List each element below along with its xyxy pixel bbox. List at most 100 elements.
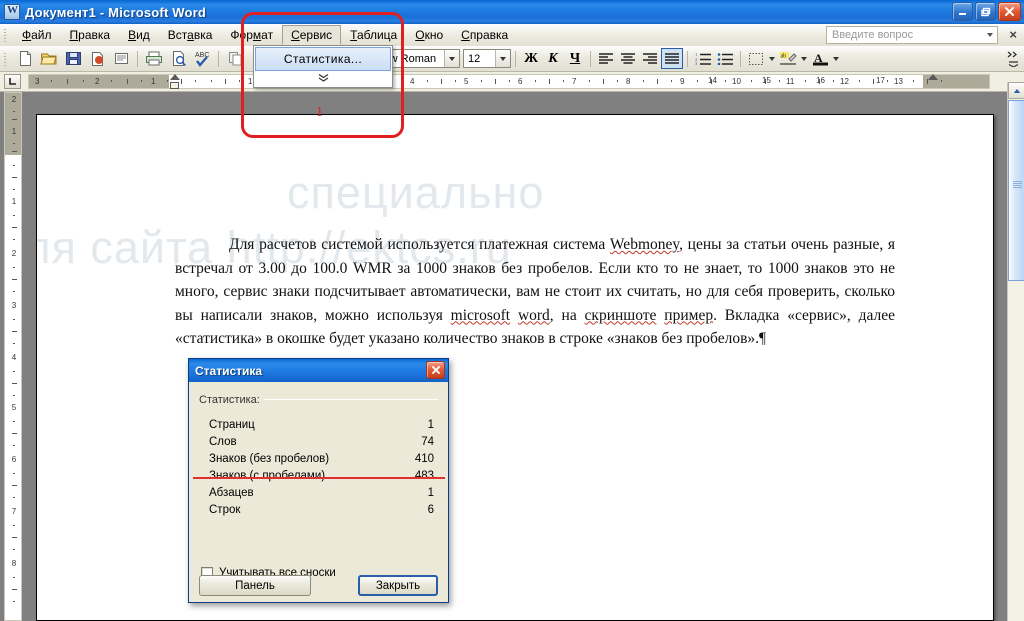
word-document-icon [4, 4, 20, 20]
font-size-value: 12 [468, 52, 481, 65]
align-justify-icon[interactable] [661, 48, 683, 69]
open-folder-icon[interactable] [38, 48, 60, 70]
svg-text:ab: ab [780, 54, 786, 60]
mail-icon[interactable] [86, 48, 108, 70]
minimize-button[interactable] [952, 2, 973, 21]
stat-label: Абзацев [209, 486, 254, 499]
svg-text:3: 3 [695, 61, 698, 65]
ask-a-question-input[interactable]: Введите вопрос [826, 26, 998, 44]
bold-label: Ж [524, 50, 538, 66]
save-icon[interactable] [62, 48, 84, 70]
stat-row-words: Слов 74 [199, 433, 438, 450]
horizontal-ruler[interactable]: 3 2 1 1 2 3 4 5 6 7 8 9 10 11 12 13 [0, 72, 1024, 92]
standard-toolbar: ABC AA Times New Roman 12 Ж К Ч 123 ab A [0, 46, 1024, 72]
chevron-down-icon[interactable] [444, 50, 459, 67]
window-title: Документ1 - Microsoft Word [25, 4, 207, 20]
vertical-scrollbar[interactable] [1007, 82, 1024, 621]
stat-row-chars-with-spaces: Знаков (с пробелами) 483 [199, 467, 438, 484]
stat-row-chars-no-spaces: Знаков (без пробелов) 410 [199, 450, 438, 467]
stat-row-pages: Страниц 1 [199, 416, 438, 433]
align-left-icon[interactable] [595, 48, 617, 69]
expand-chevrons-icon[interactable] [255, 71, 391, 86]
document-page[interactable]: специально для сайта http://ektcs.ru Для … [36, 114, 994, 621]
bold-button[interactable]: Ж [520, 48, 542, 69]
close-button[interactable] [998, 2, 1021, 21]
hanging-indent-marker[interactable] [170, 82, 179, 89]
toolbar-separator [515, 50, 516, 67]
statistics-rows: Страниц 1 Слов 74 Знаков (без пробелов) … [199, 416, 438, 518]
stat-label: Страниц [209, 418, 255, 431]
menu-item-table[interactable]: Таблица [341, 25, 406, 45]
copy-icon[interactable] [224, 48, 246, 70]
new-document-icon[interactable] [14, 48, 36, 70]
print-preview-icon[interactable] [167, 48, 189, 70]
ask-a-question-placeholder: Введите вопрос [832, 29, 914, 41]
font-color-icon[interactable]: A [809, 48, 831, 69]
stat-value: 410 [414, 452, 434, 465]
annotation-number-1: 1 [316, 105, 323, 120]
stat-label: Строк [209, 503, 241, 516]
permission-icon[interactable] [110, 48, 132, 70]
print-icon[interactable] [143, 48, 165, 70]
chevron-down-icon[interactable] [495, 50, 510, 67]
underline-button[interactable]: Ч [564, 48, 586, 69]
spelling-check-icon[interactable]: ABC [191, 48, 213, 70]
toolbar-separator [137, 50, 138, 67]
stat-value: 1 [427, 418, 434, 431]
window-controls [952, 2, 1021, 21]
menu-item-window[interactable]: Окно [406, 25, 452, 45]
menu-item-edit[interactable]: Правка [61, 25, 120, 45]
close-button-label: Закрыть [375, 579, 421, 592]
stat-row-paragraphs: Абзацев 1 [199, 484, 438, 501]
menubar-close-icon[interactable]: × [1009, 27, 1017, 42]
document-work-area: специально для сайта http://ektcs.ru Для … [22, 92, 1024, 621]
toolbar-separator [590, 50, 591, 67]
align-center-icon[interactable] [617, 48, 639, 69]
bulleted-list-icon[interactable] [714, 48, 736, 69]
stat-label: Слов [209, 435, 237, 448]
underline-label: Ч [569, 50, 581, 66]
scroll-up-button[interactable] [1008, 82, 1024, 99]
stat-label: Знаков (с пробелами) [209, 469, 326, 482]
italic-button[interactable]: К [542, 48, 564, 69]
word-count-dialog[interactable]: Статистика Статистика: Страниц 1 Слов 74… [188, 358, 449, 603]
dialog-close-button[interactable] [426, 361, 445, 379]
borders-icon[interactable] [745, 48, 767, 69]
annotation-underline [193, 477, 445, 479]
stat-value: 6 [427, 503, 434, 516]
chevron-down-icon[interactable] [987, 33, 993, 37]
close-dialog-button[interactable]: Закрыть [358, 575, 438, 596]
menu-bar: Файл Правка Вид Вставка Формат Сервис Та… [0, 24, 1024, 46]
borders-chevron-down-icon[interactable] [767, 48, 777, 69]
restore-button[interactable] [975, 2, 996, 21]
window-title-bar: Документ1 - Microsoft Word [0, 0, 1024, 24]
vertical-ruler[interactable]: 2 1 1 2 3 4 5 6 7 8 [4, 92, 22, 621]
menu-item-tools[interactable]: Сервис [282, 25, 342, 45]
scrollbar-thumb[interactable] [1008, 100, 1024, 281]
document-body-text[interactable]: Для расчетов системой используется плате… [175, 233, 895, 351]
right-indent-marker[interactable] [928, 74, 938, 80]
menu-item-view[interactable]: Вид [119, 25, 159, 45]
page-watermark: специально для сайта http://ektcs.ru [37, 115, 993, 620]
toolbar-grip-handle[interactable] [2, 50, 10, 67]
font-size-combobox[interactable]: 12 [463, 49, 511, 68]
highlight-icon[interactable]: ab [777, 48, 799, 69]
menu-item-file[interactable]: Файл [13, 25, 61, 45]
align-right-icon[interactable] [639, 48, 661, 69]
toolbar-options-icon[interactable] [1006, 48, 1020, 70]
stat-label: Знаков (без пробелов) [209, 452, 330, 465]
fontcolor-chevron-down-icon[interactable] [831, 48, 841, 69]
statistics-group-label: Статистика: [199, 394, 264, 406]
numbered-list-icon[interactable]: 123 [692, 48, 714, 69]
menu-item-format[interactable]: Формат [221, 25, 282, 45]
menu-item-help[interactable]: Справка [452, 25, 517, 45]
menu-item-word-count[interactable]: Статистика... [255, 47, 391, 71]
panel-button-label: Панель [235, 579, 275, 592]
menu-item-insert[interactable]: Вставка [159, 25, 222, 45]
tab-selector-button[interactable] [4, 74, 21, 89]
menu-grip-handle[interactable] [2, 27, 10, 43]
toolbar-separator [218, 50, 219, 67]
toolbar-panel-button[interactable]: Панель [199, 575, 311, 596]
first-line-indent-marker[interactable] [170, 74, 180, 80]
highlight-chevron-down-icon[interactable] [799, 48, 809, 69]
